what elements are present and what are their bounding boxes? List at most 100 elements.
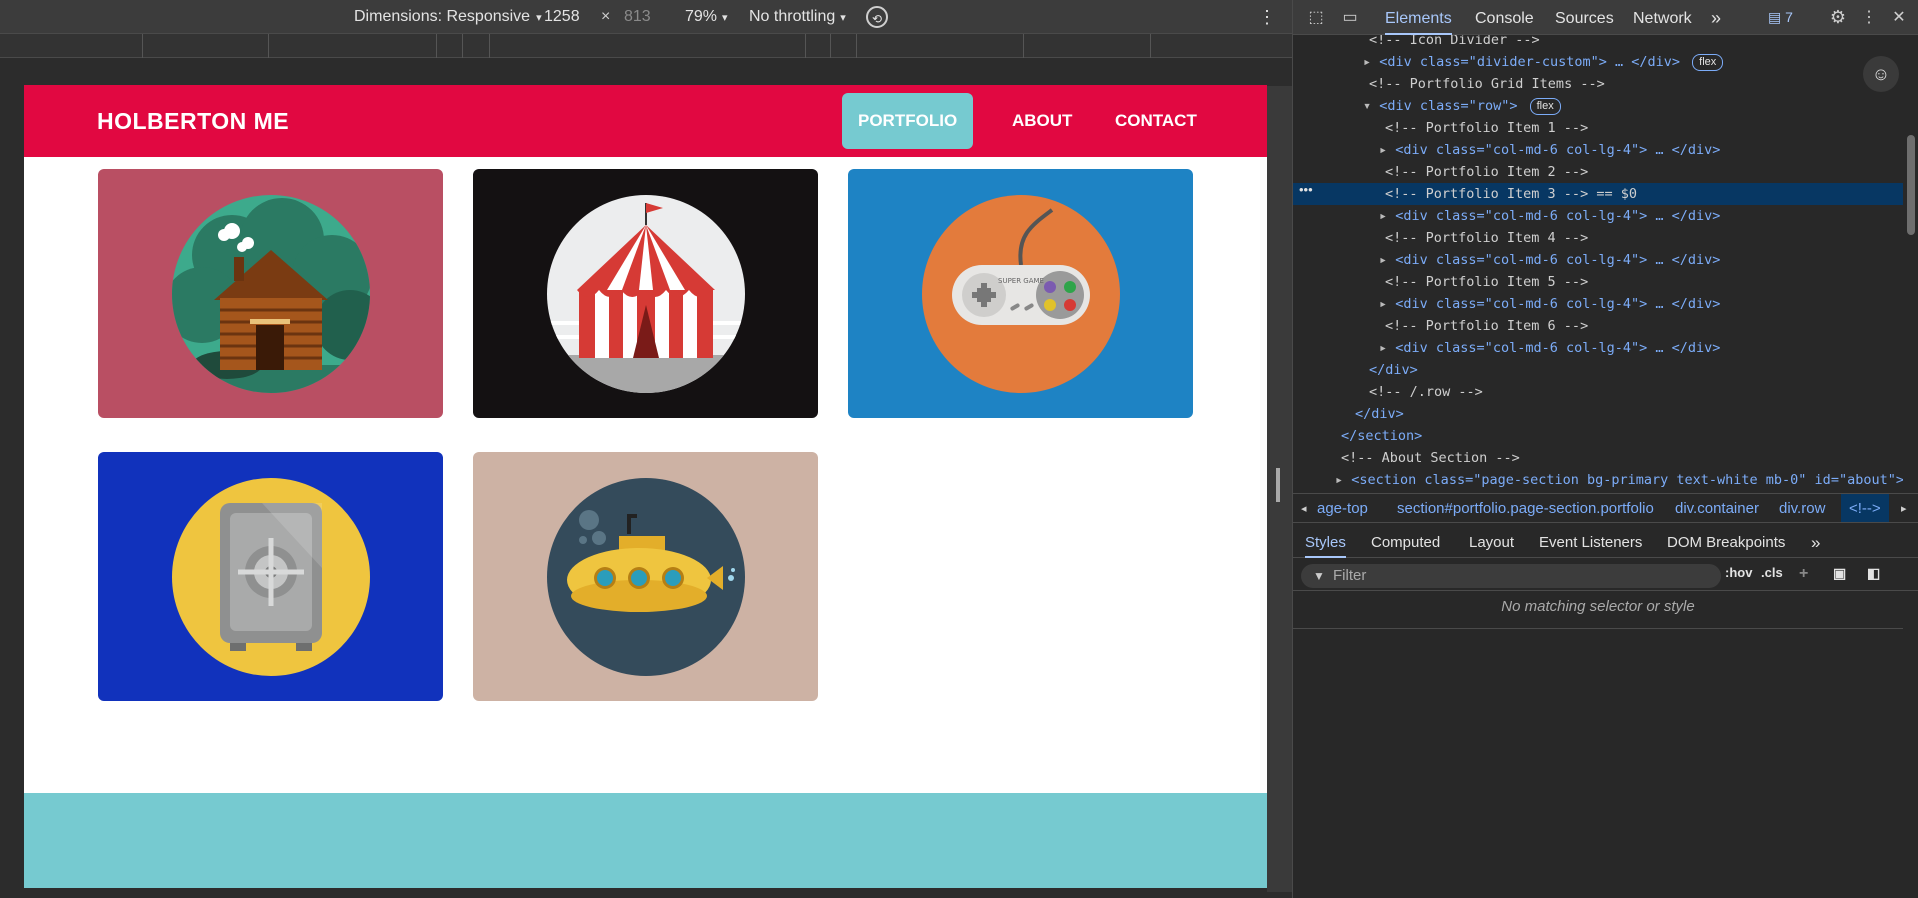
tab-computed[interactable]: Computed: [1371, 528, 1440, 558]
tab-layout[interactable]: Layout: [1469, 528, 1514, 558]
tab-sources[interactable]: Sources: [1555, 0, 1614, 35]
more-tabs-icon[interactable]: »: [1711, 0, 1721, 35]
breadcrumb-scroll-right-icon[interactable]: ▸: [1901, 494, 1907, 522]
tab-dom-breakpoints[interactable]: DOM Breakpoints: [1667, 528, 1785, 558]
filter-placeholder: Filter: [1333, 567, 1367, 584]
dom-comment-text: <!-- Portfolio Item 4 -->: [1385, 230, 1589, 246]
dom-node[interactable]: <!-- Icon Divider -->: [1369, 35, 1540, 51]
gear-icon[interactable]: ⚙: [1825, 0, 1851, 35]
close-icon[interactable]: ✕: [1887, 0, 1911, 35]
breadcrumb-item-active[interactable]: <!-->: [1841, 494, 1889, 522]
add-rule-icon[interactable]: +: [1799, 565, 1808, 583]
expand-triangle-icon[interactable]: ▸: [1379, 252, 1387, 268]
portfolio-item-game-controller[interactable]: SUPER GAME: [848, 169, 1193, 418]
dom-node[interactable]: </div>: [1355, 403, 1404, 425]
throttling-value: No throttling: [749, 8, 836, 25]
flex-badge[interactable]: flex: [1529, 97, 1561, 115]
dom-tree[interactable]: <!-- Icon Divider --> ▸ <div class="divi…: [1293, 35, 1903, 487]
height-input[interactable]: 813: [624, 0, 651, 34]
node-actions-icon[interactable]: •••: [1299, 182, 1313, 197]
dom-comment-text: <!-- About Section -->: [1341, 450, 1520, 466]
devtools-tabbar: ⬚ ▭ Elements Console Sources Network » ▤…: [1293, 0, 1918, 35]
dom-node[interactable]: <!-- Portfolio Item 2 -->: [1385, 161, 1588, 183]
filter-input[interactable]: ▼ Filter: [1301, 564, 1721, 588]
ruler-tick: [1023, 34, 1024, 58]
brand-logo[interactable]: HOLBERTON ME: [97, 85, 289, 157]
dom-node[interactable]: ▸ <div class="col-md-6 col-lg-4"> … </di…: [1379, 139, 1720, 161]
dom-node[interactable]: <!-- Portfolio Item 1 -->: [1385, 117, 1588, 139]
dom-comment-text: <!-- Icon Divider -->: [1369, 35, 1540, 48]
emulated-page: HOLBERTON ME PORTFOLIO ABOUT CONTACT SUP…: [24, 85, 1267, 888]
styles-scrollbar[interactable]: [1903, 559, 1918, 898]
chevron-down-icon: ▾: [536, 12, 542, 24]
inspect-element-icon[interactable]: ⬚: [1303, 0, 1329, 35]
expand-triangle-icon[interactable]: ▸: [1363, 54, 1371, 70]
nav-about[interactable]: ABOUT: [996, 93, 1088, 149]
expand-triangle-icon[interactable]: ▸: [1379, 340, 1387, 356]
tab-console[interactable]: Console: [1475, 0, 1534, 35]
nav-contact[interactable]: CONTACT: [1099, 93, 1213, 149]
tab-elements[interactable]: Elements: [1385, 0, 1452, 35]
issues-badge[interactable]: ▤ 7: [1768, 9, 1793, 26]
breadcrumb-item[interactable]: div.row: [1779, 494, 1825, 522]
hov-button[interactable]: :hov: [1725, 565, 1752, 580]
dom-node-selected[interactable]: <!-- Portfolio Item 3 --> == $0: [1293, 183, 1903, 205]
expand-triangle-icon[interactable]: ▸: [1379, 208, 1387, 224]
rotate-icon[interactable]: ⟲: [866, 6, 888, 28]
expand-triangle-icon[interactable]: ▸: [1379, 296, 1387, 312]
dom-node[interactable]: <!-- Portfolio Grid Items -->: [1369, 73, 1605, 95]
width-input[interactable]: 1258: [544, 0, 580, 34]
device-toggle-icon[interactable]: ▭: [1337, 0, 1363, 35]
dom-node[interactable]: ▸ <div class="col-md-6 col-lg-4"> … </di…: [1379, 293, 1720, 315]
breadcrumb-scroll-left-icon[interactable]: ◂: [1301, 494, 1307, 522]
dom-tree-scrollbar[interactable]: [1903, 35, 1918, 487]
flex-badge[interactable]: flex: [1692, 53, 1724, 71]
tab-event-listeners[interactable]: Event Listeners: [1539, 528, 1642, 558]
media-query-ruler[interactable]: [0, 34, 1292, 58]
throttling-dropdown[interactable]: No throttling ▾: [749, 0, 846, 34]
divider: [1293, 628, 1903, 629]
expand-triangle-icon[interactable]: ▸: [1379, 142, 1387, 158]
dom-node[interactable]: ▸ <div class="col-md-6 col-lg-4"> … </di…: [1379, 205, 1720, 227]
tab-network[interactable]: Network: [1633, 0, 1692, 35]
expand-triangle-icon[interactable]: ▸: [1335, 472, 1343, 487]
dom-node[interactable]: <!-- /.row -->: [1369, 381, 1483, 403]
dom-node[interactable]: <!-- Portfolio Item 6 -->: [1385, 315, 1588, 337]
dom-node[interactable]: ▸ <div class="col-md-6 col-lg-4"> … </di…: [1379, 337, 1720, 359]
more-options-icon[interactable]: ⋮: [1258, 0, 1276, 34]
portfolio-item-cabin[interactable]: [98, 169, 443, 418]
nav-portfolio[interactable]: PORTFOLIO: [842, 93, 974, 149]
dom-node[interactable]: ▾ <div class="row"> flex: [1363, 95, 1561, 117]
breadcrumb-item[interactable]: section#portfolio.page-section.portfolio: [1397, 494, 1654, 522]
portfolio-item-circus-tent[interactable]: [473, 169, 818, 418]
scrollbar-thumb[interactable]: [1907, 135, 1915, 235]
dom-node[interactable]: <!-- Portfolio Item 5 -->: [1385, 271, 1588, 293]
dom-node-text: </section>: [1341, 428, 1423, 444]
chevron-down-icon: ▾: [840, 12, 846, 24]
more-tabs-icon[interactable]: »: [1811, 528, 1820, 558]
portfolio-item-submarine[interactable]: [473, 452, 818, 701]
breadcrumb-item[interactable]: age-top: [1317, 494, 1368, 522]
dom-comment-text: <!-- Portfolio Grid Items -->: [1369, 76, 1605, 92]
ruler-tick: [462, 34, 463, 58]
dom-node[interactable]: <!-- Portfolio Item 4 -->: [1385, 227, 1588, 249]
portfolio-item-safe[interactable]: [98, 452, 443, 701]
dom-node[interactable]: </div>: [1369, 359, 1418, 381]
accessibility-icon[interactable]: ☺: [1863, 56, 1899, 92]
dom-node[interactable]: ▸ <div class="col-md-6 col-lg-4"> … </di…: [1379, 249, 1720, 271]
tab-styles[interactable]: Styles: [1305, 528, 1346, 558]
more-options-icon[interactable]: ⋮: [1859, 0, 1879, 35]
dom-node[interactable]: ▸ <div class="divider-custom"> … </div> …: [1363, 51, 1724, 73]
dom-node[interactable]: </section>: [1341, 425, 1422, 447]
resize-handle[interactable]: [1276, 468, 1280, 502]
cls-button[interactable]: .cls: [1761, 565, 1783, 580]
breadcrumb-item[interactable]: div.container: [1675, 494, 1759, 522]
dom-node[interactable]: <!-- About Section -->: [1341, 447, 1520, 469]
dimensions-dropdown[interactable]: Dimensions: Responsive ▾: [354, 0, 542, 34]
dom-node[interactable]: ▸ <section class="page-section bg-primar…: [1335, 469, 1903, 487]
paint-brush-icon[interactable]: ▣: [1833, 565, 1846, 582]
collapse-triangle-icon[interactable]: ▾: [1363, 98, 1371, 114]
toggle-sidebar-icon[interactable]: ◧: [1867, 565, 1880, 582]
zoom-dropdown[interactable]: 79% ▾: [685, 0, 728, 34]
message-icon: ▤: [1768, 9, 1782, 25]
